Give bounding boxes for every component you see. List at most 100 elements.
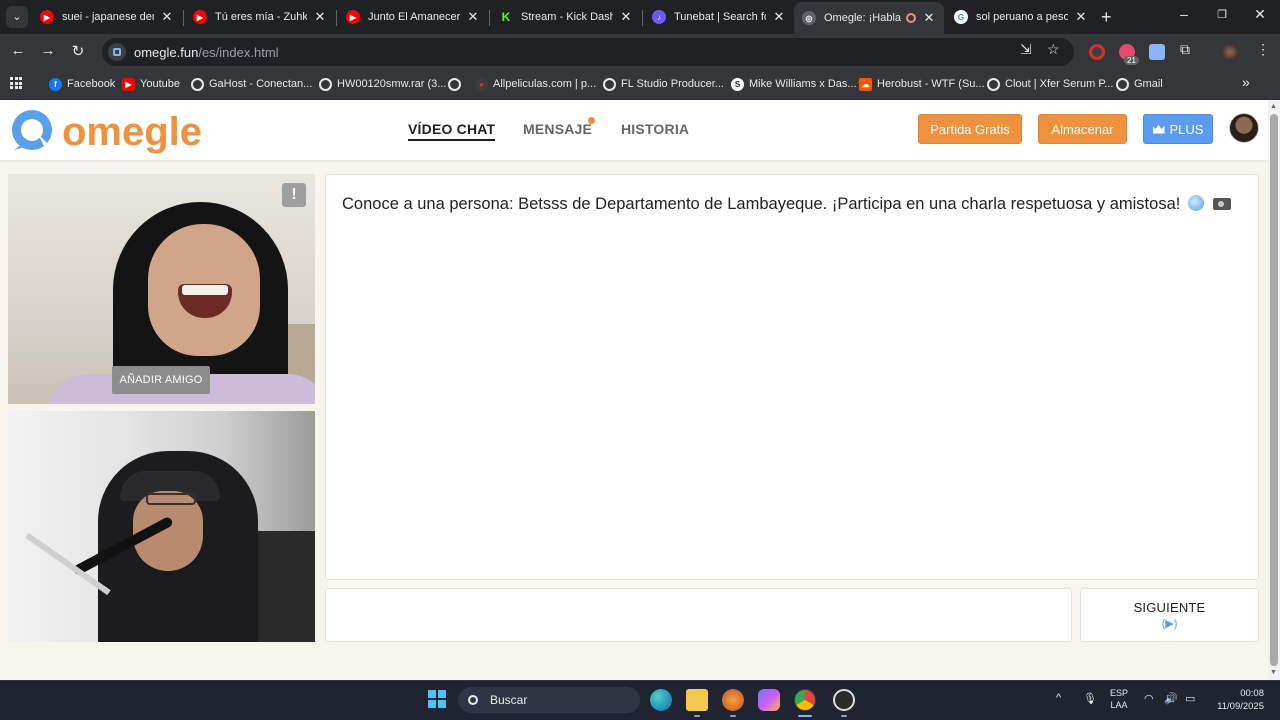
teeth [182, 285, 228, 295]
tab-title: Tú eres mía - Zuhk ft [215, 11, 307, 23]
nav-historia[interactable]: HISTORIA [621, 121, 689, 137]
tray-overflow-icon[interactable]: ^ [1056, 692, 1061, 704]
input-language[interactable]: ESP LAA [1110, 687, 1128, 711]
apps-grid-icon[interactable] [10, 77, 22, 89]
bookmark-herobust[interactable]: ☁ Herobust - WTF (Su... [859, 76, 985, 92]
bookmark-clout-serum[interactable]: Clout | Xfer Serum P... [987, 76, 1113, 92]
globe-icon [1187, 195, 1204, 211]
plus-button[interactable]: PLUS [1143, 114, 1213, 144]
install-app-icon[interactable]: ⇲ [1020, 41, 1032, 58]
tab-sol-peruano[interactable]: G sol peruano a peso n ✕ [946, 4, 1096, 30]
camera-icon [1212, 198, 1231, 210]
url-host: omegle.fun [134, 44, 199, 60]
close-icon[interactable]: ✕ [160, 9, 174, 25]
tab-title: suei - japanese dem [62, 11, 154, 23]
microphone-icon[interactable]: 🎙 [1083, 692, 1097, 705]
omegle-icon: ◎ [802, 11, 816, 25]
reload-icon[interactable]: ↻ [68, 42, 88, 60]
screen-capture-icon[interactable] [1149, 44, 1165, 60]
battery-icon[interactable]: ▭ [1185, 692, 1195, 705]
site-info-icon[interactable] [108, 43, 126, 61]
tunebat-icon: ♪ [652, 10, 666, 24]
tab-suei[interactable]: ▶ suei - japanese dem ✕ [32, 4, 182, 30]
close-icon[interactable]: ✕ [619, 9, 633, 25]
bookmark-mike-williams[interactable]: S Mike Williams x Das... [731, 76, 857, 92]
scroll-down-icon[interactable]: ▼ [1270, 669, 1277, 676]
forward-icon[interactable]: → [38, 42, 58, 59]
bookmark-allpeliculas[interactable]: ● Allpeliculas.com | p... [475, 76, 596, 92]
close-icon[interactable]: ✕ [313, 9, 327, 25]
bookmark-fl-studio[interactable]: FL Studio Producer... [603, 76, 724, 92]
next-button-label: SIGUIENTE [1133, 600, 1206, 615]
file-explorer-icon[interactable] [686, 689, 708, 711]
report-button[interactable]: ! [282, 183, 306, 207]
obs-icon[interactable] [833, 689, 855, 711]
youtube-icon: ▶ [122, 77, 135, 91]
wifi-icon[interactable]: ◠ [1144, 692, 1154, 705]
globe-icon [319, 77, 332, 91]
globe-icon [987, 77, 1000, 91]
tab-tu-eres-mia[interactable]: ▶ Tú eres mía - Zuhk ft ✕ [185, 4, 335, 30]
new-tab-button[interactable]: + [1101, 7, 1112, 28]
partida-gratis-button[interactable]: Partida Gratis [918, 114, 1022, 144]
kick-icon: K [499, 10, 513, 24]
close-icon[interactable]: ✕ [922, 10, 936, 26]
tab-kick-dashboard[interactable]: K Stream - Kick Dashbo ✕ [491, 4, 641, 30]
almacenar-button[interactable]: Almacenar [1038, 114, 1127, 144]
bookmark-facebook[interactable]: f Facebook [49, 76, 115, 92]
url-path: /es/index.html [198, 44, 279, 60]
bookmark-gmail[interactable]: Gmail [1116, 76, 1163, 92]
page-scrollbar[interactable]: ▲ ▼ [1268, 100, 1280, 680]
allpeliculas-icon: ● [475, 77, 488, 91]
chrome-icon[interactable] [794, 689, 816, 711]
profile-avatar[interactable] [1222, 44, 1238, 60]
copilot-icon[interactable] [758, 689, 780, 711]
nav-video-chat[interactable]: VÍDEO CHAT [408, 121, 496, 141]
kebab-menu-icon[interactable]: ⋮ [1256, 41, 1270, 58]
bookmark-label: Clout | Xfer Serum P... [1005, 78, 1114, 90]
self-video [8, 411, 315, 642]
scrollbar-thumb[interactable] [1270, 114, 1278, 666]
restore-icon[interactable]: ❐ [1212, 8, 1232, 21]
bookmark-star-icon[interactable]: ☆ [1047, 41, 1060, 58]
bookmark-youtube[interactable]: ▶ Youtube [122, 76, 180, 92]
bookmark-globe[interactable] [448, 76, 466, 92]
next-button[interactable]: SIGUIENTE (▶) [1080, 588, 1259, 642]
back-icon[interactable]: ← [8, 42, 28, 59]
clock[interactable]: 00:08 11/09/2025 [1208, 687, 1264, 713]
taskbar-search[interactable]: Buscar [458, 687, 640, 713]
message-input[interactable] [325, 588, 1072, 642]
google-icon: G [954, 10, 968, 24]
youtube-icon: ▶ [40, 10, 54, 24]
volume-icon[interactable]: 🔊 [1164, 692, 1178, 705]
user-avatar[interactable] [1229, 113, 1259, 143]
add-friend-button[interactable]: AÑADIR AMIGO [112, 366, 210, 394]
recording-icon [906, 13, 916, 23]
record-extension-icon[interactable] [1089, 44, 1105, 60]
lang-line1: ESP [1110, 688, 1129, 698]
fl-studio-icon[interactable] [722, 689, 744, 711]
nav-mensaje[interactable]: MENSAJE [523, 121, 592, 137]
close-icon[interactable]: ✕ [466, 9, 480, 25]
bookmark-label: Herobust - WTF (Su... [877, 78, 985, 90]
minimize-icon[interactable]: – [1174, 6, 1194, 22]
windows-start-icon[interactable] [428, 690, 446, 708]
youtube-icon: ▶ [193, 10, 207, 24]
stranger-video: ! AÑADIR AMIGO [8, 174, 315, 404]
extensions-puzzle-icon[interactable]: ⧉ [1180, 41, 1190, 58]
almacenar-label: Almacenar [1051, 121, 1114, 137]
address-bar[interactable]: omegle.fun /es/index.html [102, 38, 1074, 66]
close-icon[interactable]: ✕ [1074, 9, 1088, 25]
bookmark-gahost[interactable]: GaHost - Conectan... [191, 76, 312, 92]
omegle-logo[interactable]: omegle [8, 104, 213, 156]
tab-junto-el-amanecer[interactable]: ▶ Junto El Amanecer - ✕ [338, 4, 488, 30]
tab-search-button[interactable]: ⌄ [6, 6, 28, 28]
close-icon[interactable]: ✕ [772, 9, 786, 25]
tab-omegle[interactable]: ◎ Omegle: ¡Habla c ✕ [794, 2, 944, 34]
scroll-up-icon[interactable]: ▲ [1270, 103, 1277, 110]
bookmarks-overflow-icon[interactable]: » [1242, 74, 1250, 90]
bookmark-hw00120smw[interactable]: HW00120smw.rar (3... [319, 76, 446, 92]
tab-tunebat[interactable]: ♪ Tunebat | Search for ✕ [644, 4, 794, 30]
edge-icon[interactable] [650, 689, 672, 711]
window-close-icon[interactable]: ✕ [1250, 6, 1270, 23]
